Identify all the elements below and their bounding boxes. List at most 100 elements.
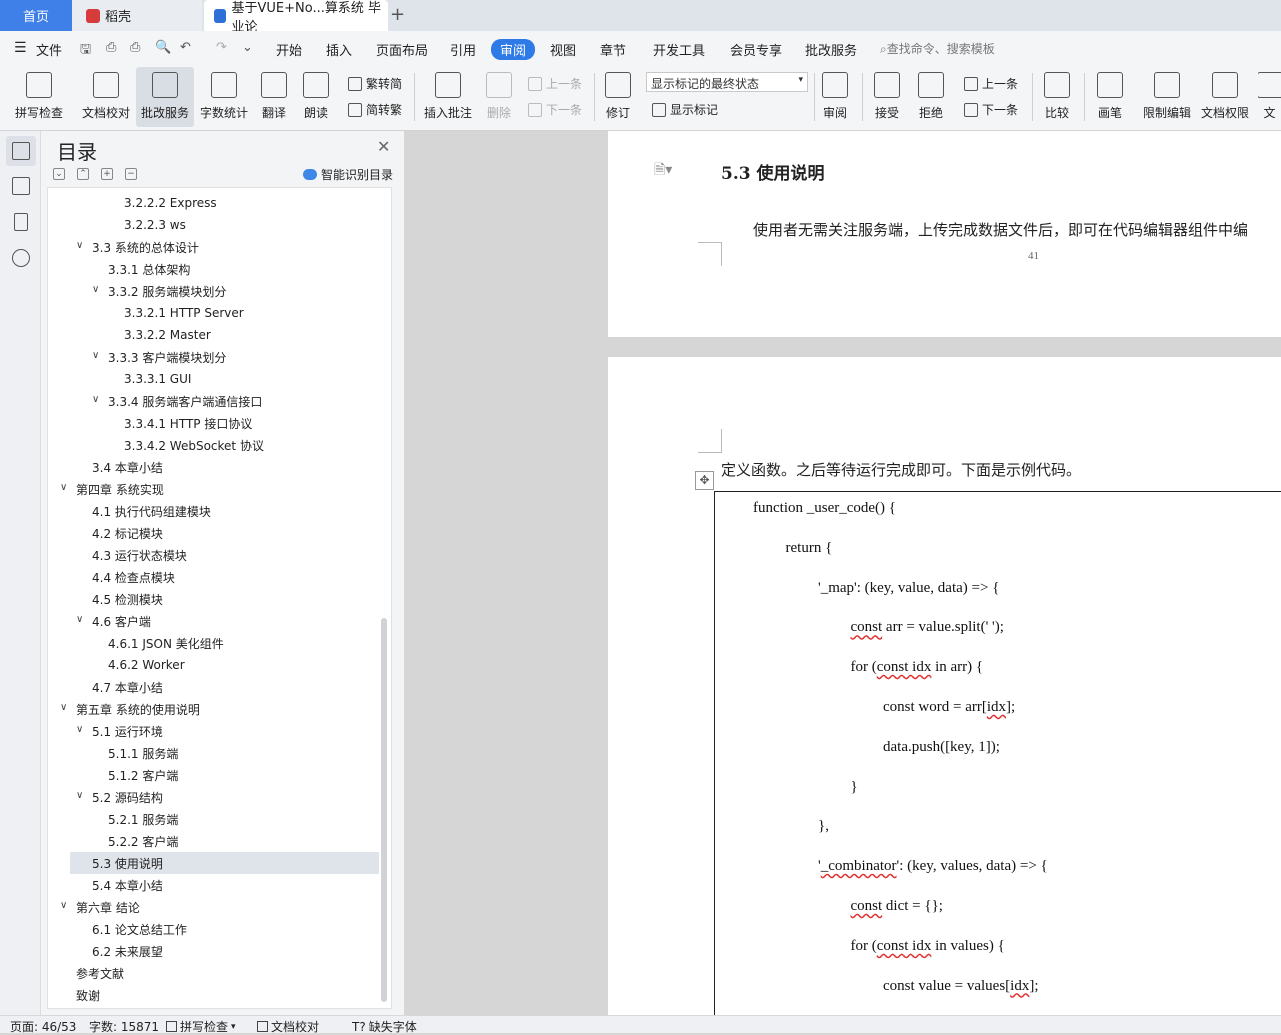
- toc-item[interactable]: 5.3 使用说明: [92, 852, 163, 874]
- chevron-down-icon[interactable]: ∨: [92, 394, 99, 405]
- print-icon[interactable]: ⎙: [130, 40, 140, 55]
- chevron-down-icon[interactable]: ∨: [60, 702, 67, 713]
- toc-item[interactable]: 5.1.2 客户端: [108, 764, 178, 786]
- menu-grading[interactable]: 批改服务: [805, 40, 857, 59]
- status-missing-font[interactable]: T? 缺失字体: [352, 1018, 417, 1035]
- toc-item[interactable]: 3.2.2.2 Express: [124, 192, 217, 214]
- chevron-down-icon[interactable]: ∨: [60, 900, 67, 911]
- pen-button[interactable]: 画笔: [1090, 67, 1130, 127]
- menu-devtools[interactable]: 开发工具: [653, 40, 705, 59]
- tab-home[interactable]: 首页: [0, 0, 72, 31]
- next-change-button[interactable]: 下一条: [964, 101, 1018, 118]
- chevron-down-icon[interactable]: ∨: [76, 724, 83, 735]
- markup-state-select[interactable]: 显示标记的最终状态 ▾: [646, 72, 808, 92]
- menu-member[interactable]: 会员专享: [730, 40, 782, 59]
- toc-item[interactable]: ∨ 4.6 客户端: [76, 610, 151, 632]
- spell-check-button[interactable]: 拼写检查: [8, 67, 70, 127]
- toc-item[interactable]: ∨ 第四章 系统实现: [60, 478, 164, 500]
- chevron-down-icon[interactable]: ∨: [92, 284, 99, 295]
- toc-scrollbar[interactable]: [381, 618, 387, 1002]
- toc-item[interactable]: 5.4 本章小结: [92, 874, 163, 896]
- prev-change-button[interactable]: 上一条: [964, 75, 1018, 92]
- simp-to-trad-button[interactable]: 简转繁: [348, 101, 402, 118]
- toc-item[interactable]: 5.1.1 服务端: [108, 742, 178, 764]
- delete-comment-button[interactable]: 删除: [480, 67, 518, 127]
- export-icon[interactable]: ⎙: [106, 40, 116, 55]
- toc-item[interactable]: ∨ 3.3 系统的总体设计: [76, 236, 199, 258]
- toc-item[interactable]: 3.3.4.2 WebSocket 协议: [124, 434, 264, 456]
- doc-more-button[interactable]: 文: [1258, 67, 1281, 127]
- trad-to-simp-button[interactable]: 繁转简: [348, 75, 402, 92]
- toc-item[interactable]: 4.7 本章小结: [92, 676, 163, 698]
- toc-item[interactable]: ∨ 3.3.4 服务端客户端通信接口: [92, 390, 262, 412]
- menu-chapter[interactable]: 章节: [600, 40, 626, 59]
- toc-item[interactable]: 4.3 运行状态模块: [92, 544, 187, 566]
- track-changes-button[interactable]: 修订: [600, 67, 636, 127]
- toc-item[interactable]: 致谢: [76, 984, 100, 1006]
- compare-button[interactable]: 比较: [1036, 67, 1078, 127]
- doc-rights-button[interactable]: 文档权限: [1198, 67, 1252, 127]
- toc-item[interactable]: 5.2.1 服务端: [108, 808, 178, 830]
- toc-item[interactable]: 5.2.2 客户端: [108, 830, 178, 852]
- toc-item[interactable]: 3.3.2.2 Master: [124, 324, 211, 346]
- toc-icon[interactable]: [12, 142, 30, 160]
- menu-layout[interactable]: 页面布局: [376, 40, 428, 59]
- tab-daoke[interactable]: 稻壳: [72, 0, 202, 31]
- command-search[interactable]: ⌕查找命令、搜索模板: [880, 40, 995, 57]
- prev-comment-button[interactable]: 上一条: [528, 75, 582, 92]
- body-paragraph[interactable]: 定义函数。之后等待运行完成即可。下面是示例代码。: [721, 459, 1081, 480]
- page-indicator[interactable]: 页面: 46/53: [10, 1018, 76, 1035]
- status-spell-check[interactable]: 拼写检查 ▾: [166, 1018, 236, 1035]
- grading-service-button[interactable]: 批改服务: [136, 67, 194, 127]
- close-icon[interactable]: ✕: [377, 137, 390, 156]
- add-heading-icon[interactable]: +: [101, 168, 113, 180]
- preview-icon[interactable]: 🔍: [155, 40, 171, 55]
- chevron-down-icon[interactable]: ∨: [76, 790, 83, 801]
- toc-item[interactable]: ∨ 3.3.3 客户端模块划分: [92, 346, 226, 368]
- reject-button[interactable]: 拒绝: [912, 67, 950, 127]
- toc-item[interactable]: ∨ 5.2 源码结构: [76, 786, 163, 808]
- insert-comment-button[interactable]: 插入批注: [420, 67, 476, 127]
- hamburger-icon[interactable]: ☰: [14, 40, 27, 56]
- toc-item[interactable]: 3.2.2.3 ws: [124, 214, 186, 236]
- toc-item[interactable]: 6.2 未来展望: [92, 940, 163, 962]
- chapter-nav-icon[interactable]: [12, 177, 30, 195]
- undo-icon[interactable]: ↶: [180, 40, 191, 55]
- menu-file[interactable]: 文件: [36, 40, 62, 59]
- toc-item[interactable]: 4.6.1 JSON 美化组件: [108, 632, 224, 654]
- expand-up-icon[interactable]: ⌃: [77, 168, 89, 180]
- toc-item[interactable]: 3.3.3.1 GUI: [124, 368, 191, 390]
- save-icon[interactable]: 🖫: [80, 40, 91, 62]
- toc-item[interactable]: 4.5 检测模块: [92, 588, 163, 610]
- accept-button[interactable]: 接受: [868, 67, 906, 127]
- menu-view[interactable]: 视图: [550, 40, 576, 59]
- code-block[interactable]: function _user_code() {return {'_map': (…: [714, 491, 1281, 1015]
- collapse-all-icon[interactable]: ⌄: [53, 168, 65, 180]
- menu-insert[interactable]: 插入: [326, 40, 352, 59]
- remove-heading-icon[interactable]: −: [125, 168, 137, 180]
- page-menu-icon[interactable]: 🗎▾: [654, 159, 672, 183]
- toc-item[interactable]: 3.3.2.1 HTTP Server: [124, 302, 244, 324]
- toc-item[interactable]: 3.3.4.1 HTTP 接口协议: [124, 412, 252, 434]
- toc-item[interactable]: 6.1 论文总结工作: [92, 918, 187, 940]
- bookmark-icon[interactable]: [14, 213, 28, 231]
- chevron-down-icon[interactable]: ∨: [76, 240, 83, 251]
- chevron-down-icon[interactable]: ∨: [60, 482, 67, 493]
- menu-review[interactable]: 审阅: [491, 39, 536, 60]
- toc-item[interactable]: 参考文献: [76, 962, 124, 984]
- review-pane-button[interactable]: 审阅: [816, 67, 854, 127]
- toc-item[interactable]: 3.4 本章小结: [92, 456, 163, 478]
- doc-proof-button[interactable]: 文档校对: [78, 67, 134, 127]
- chevron-down-icon[interactable]: ∨: [92, 350, 99, 361]
- smart-toc-button[interactable]: 智能识别目录: [303, 166, 393, 183]
- toc-item[interactable]: ∨ 第六章 结论: [60, 896, 140, 918]
- toc-item[interactable]: 4.2 标记模块: [92, 522, 163, 544]
- body-paragraph[interactable]: 使用者无需关注服务端，上传完成数据文件后，即可在代码编辑器组件中编: [753, 219, 1248, 240]
- read-aloud-button[interactable]: 朗读: [298, 67, 334, 127]
- more-chevron-icon[interactable]: ⌄: [242, 40, 253, 55]
- toc-item[interactable]: 4.4 检查点模块: [92, 566, 175, 588]
- translate-button[interactable]: 翻译: [254, 67, 294, 127]
- word-count-button[interactable]: 字数统计: [196, 67, 252, 127]
- toc-item[interactable]: ∨ 第五章 系统的使用说明: [60, 698, 200, 720]
- menu-references[interactable]: 引用: [450, 40, 476, 59]
